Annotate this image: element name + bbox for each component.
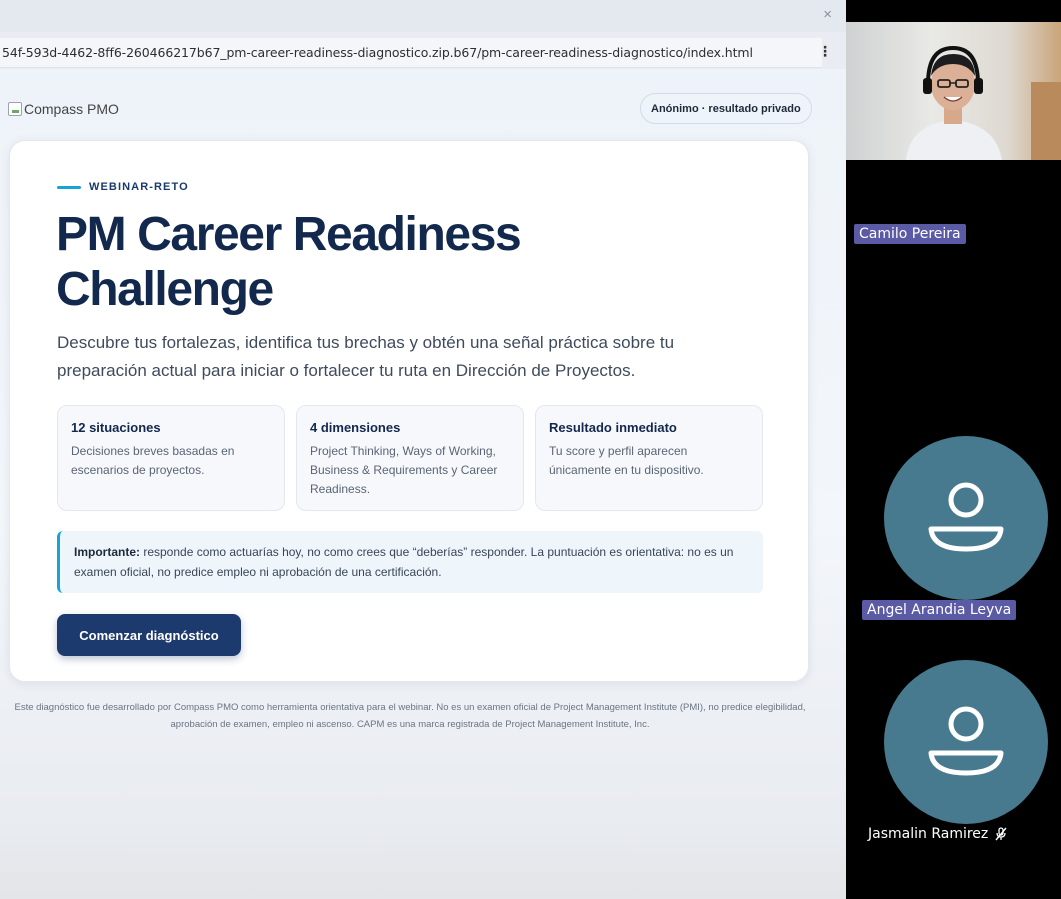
notice-text: responde como actuarías hoy, no como cre… [74, 545, 734, 579]
participant-video-camilo[interactable] [846, 22, 1061, 160]
page-title: PM Career Readiness Challenge [56, 208, 522, 316]
participant-label-jasmalin: Jasmalin Ramirez [868, 826, 1008, 842]
participant-avatar-angel[interactable] [884, 436, 1048, 600]
broken-image-icon [8, 102, 22, 116]
logo[interactable]: Compass PMO [8, 101, 119, 117]
participants-panel: Camilo Pereira Angel Arandia Leyva Jasma… [846, 0, 1061, 899]
eyebrow: WEBINAR-RETO [57, 181, 189, 193]
background-shelf [1031, 82, 1061, 160]
screen-share-view: × 54f-593d-4462-8ff6-260466217b67_pm-car… [0, 0, 1061, 899]
participant-video-person [906, 45, 1002, 160]
feature-card-dimensions: 4 dimensiones Project Thinking, Ways of … [296, 405, 524, 511]
person-icon [928, 706, 1004, 776]
browser-window: × 54f-593d-4462-8ff6-260466217b67_pm-car… [0, 0, 846, 899]
intro-card: WEBINAR-RETO PM Career Readiness Challen… [9, 140, 809, 682]
url-text[interactable]: 54f-593d-4462-8ff6-260466217b67_pm-caree… [2, 45, 753, 60]
web-page: Compass PMO Anónimo · resultado privado … [0, 69, 846, 899]
eyebrow-accent-line [57, 185, 81, 189]
start-diagnostic-button[interactable]: Comenzar diagnóstico [57, 614, 241, 656]
feature-title: 12 situaciones [71, 420, 161, 435]
feature-description: Project Thinking, Ways of Working, Busin… [310, 444, 498, 496]
feature-card-situations: 12 situaciones Decisiones breves basadas… [57, 405, 285, 511]
person-icon [928, 482, 1004, 552]
feature-card-result: Resultado inmediato Tu score y perfil ap… [535, 405, 763, 511]
bottom-fade [0, 829, 846, 899]
participant-name-camilo: Camilo Pereira [854, 224, 966, 244]
logo-alt-text: Compass PMO [24, 101, 119, 117]
feature-title: Resultado inmediato [549, 420, 677, 435]
eyebrow-label: WEBINAR-RETO [89, 181, 189, 193]
participant-name-angel: Angel Arandia Leyva [862, 600, 1017, 620]
notice-label: Importante: [74, 545, 140, 559]
participant-avatar-jasmalin[interactable] [884, 660, 1048, 824]
close-icon[interactable]: × [823, 6, 832, 23]
footer-disclaimer: Este diagnóstico fue desarrollado por Co… [14, 702, 806, 730]
feature-description: Tu score y perfil aparecen únicamente en… [549, 444, 704, 477]
browser-menu-icon[interactable]: ⋮ [818, 44, 832, 58]
participant-name-jasmalin: Jasmalin Ramirez [868, 826, 989, 842]
browser-titlebar: × [0, 0, 846, 32]
feature-description: Decisiones breves basadas en escenarios … [71, 444, 235, 477]
address-bar[interactable]: 54f-593d-4462-8ff6-260466217b67_pm-caree… [0, 38, 822, 68]
mic-off-icon [995, 827, 1007, 841]
important-notice: Importante: responde como actuarías hoy,… [57, 531, 763, 593]
page-subtitle: Descubre tus fortalezas, identifica tus … [57, 333, 675, 380]
privacy-badge: Anónimo · resultado privado [640, 93, 812, 124]
feature-title: 4 dimensiones [310, 420, 401, 435]
